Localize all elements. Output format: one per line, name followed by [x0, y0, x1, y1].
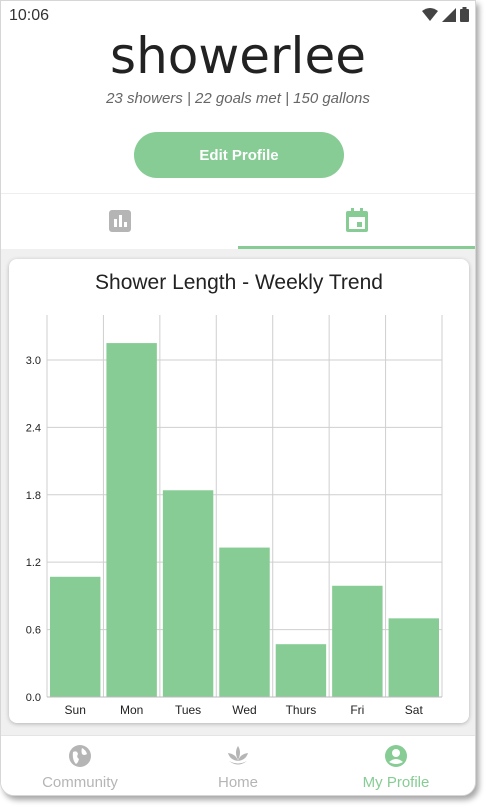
bar-wed — [219, 547, 270, 697]
bottom-navigation: Community Home My Profile — [1, 735, 475, 795]
chart-card: Shower Length - Weekly Trend 0.0 0.6 1.2 1.… — [9, 259, 469, 723]
phone-frame: 10:06 showerlee 23 showers | 22 goals me… — [0, 0, 476, 796]
calendar-icon — [345, 208, 368, 232]
nav-label-community: Community — [42, 774, 118, 791]
globe-icon — [69, 745, 91, 767]
lotus-icon — [228, 746, 248, 765]
status-time: 10:06 — [9, 7, 50, 24]
signal-icon — [442, 7, 456, 22]
account-circle-icon — [385, 745, 407, 767]
wifi-icon — [422, 7, 438, 21]
bar-tues — [162, 490, 214, 697]
bar-thurs — [275, 644, 327, 697]
y-tick-label: 1.8 — [26, 490, 41, 502]
nav-label-my-profile: My Profile — [362, 774, 430, 791]
x-tick-label: Sat — [405, 703, 424, 717]
battery-icon — [460, 7, 469, 22]
username: showerlee — [110, 27, 366, 85]
nav-home[interactable]: Home — [159, 736, 317, 795]
nav-my-profile[interactable]: My Profile — [317, 736, 475, 795]
x-tick-label: Wed — [232, 703, 256, 717]
bar-chart: 0.0 0.6 1.2 1.8 2.4 3.0 Sun Mon Tues Wed Thurs Fri S… — [26, 315, 443, 717]
y-tick-label: 2.4 — [26, 422, 41, 434]
nav-label-home: Home — [217, 774, 258, 791]
bar-sat — [388, 618, 439, 697]
x-tick-label: Sun — [65, 703, 86, 717]
bar-mon — [106, 343, 157, 697]
bar-chart-icon — [108, 210, 131, 232]
x-tick-label: Tues — [175, 703, 201, 717]
tab-calendar[interactable] — [238, 194, 475, 249]
profile-stats: 23 showers | 22 goals met | 150 gallons — [106, 90, 370, 107]
y-tick-label: 0.6 — [26, 625, 41, 637]
status-icons — [422, 7, 469, 22]
profile-tabs — [1, 193, 475, 250]
tab-stats[interactable] — [1, 194, 238, 248]
x-tick-label: Fri — [350, 703, 364, 717]
x-tick-label: Mon — [120, 703, 143, 717]
edit-profile-button[interactable]: Edit Profile — [134, 132, 344, 178]
y-tick-label: 0.0 — [26, 692, 41, 704]
x-tick-label: Thurs — [286, 703, 317, 717]
bar-fri — [332, 585, 383, 697]
nav-community[interactable]: Community — [1, 736, 159, 795]
y-tick-label: 3.0 — [26, 355, 41, 367]
y-tick-label: 1.2 — [26, 557, 41, 569]
bar-sun — [50, 576, 101, 697]
